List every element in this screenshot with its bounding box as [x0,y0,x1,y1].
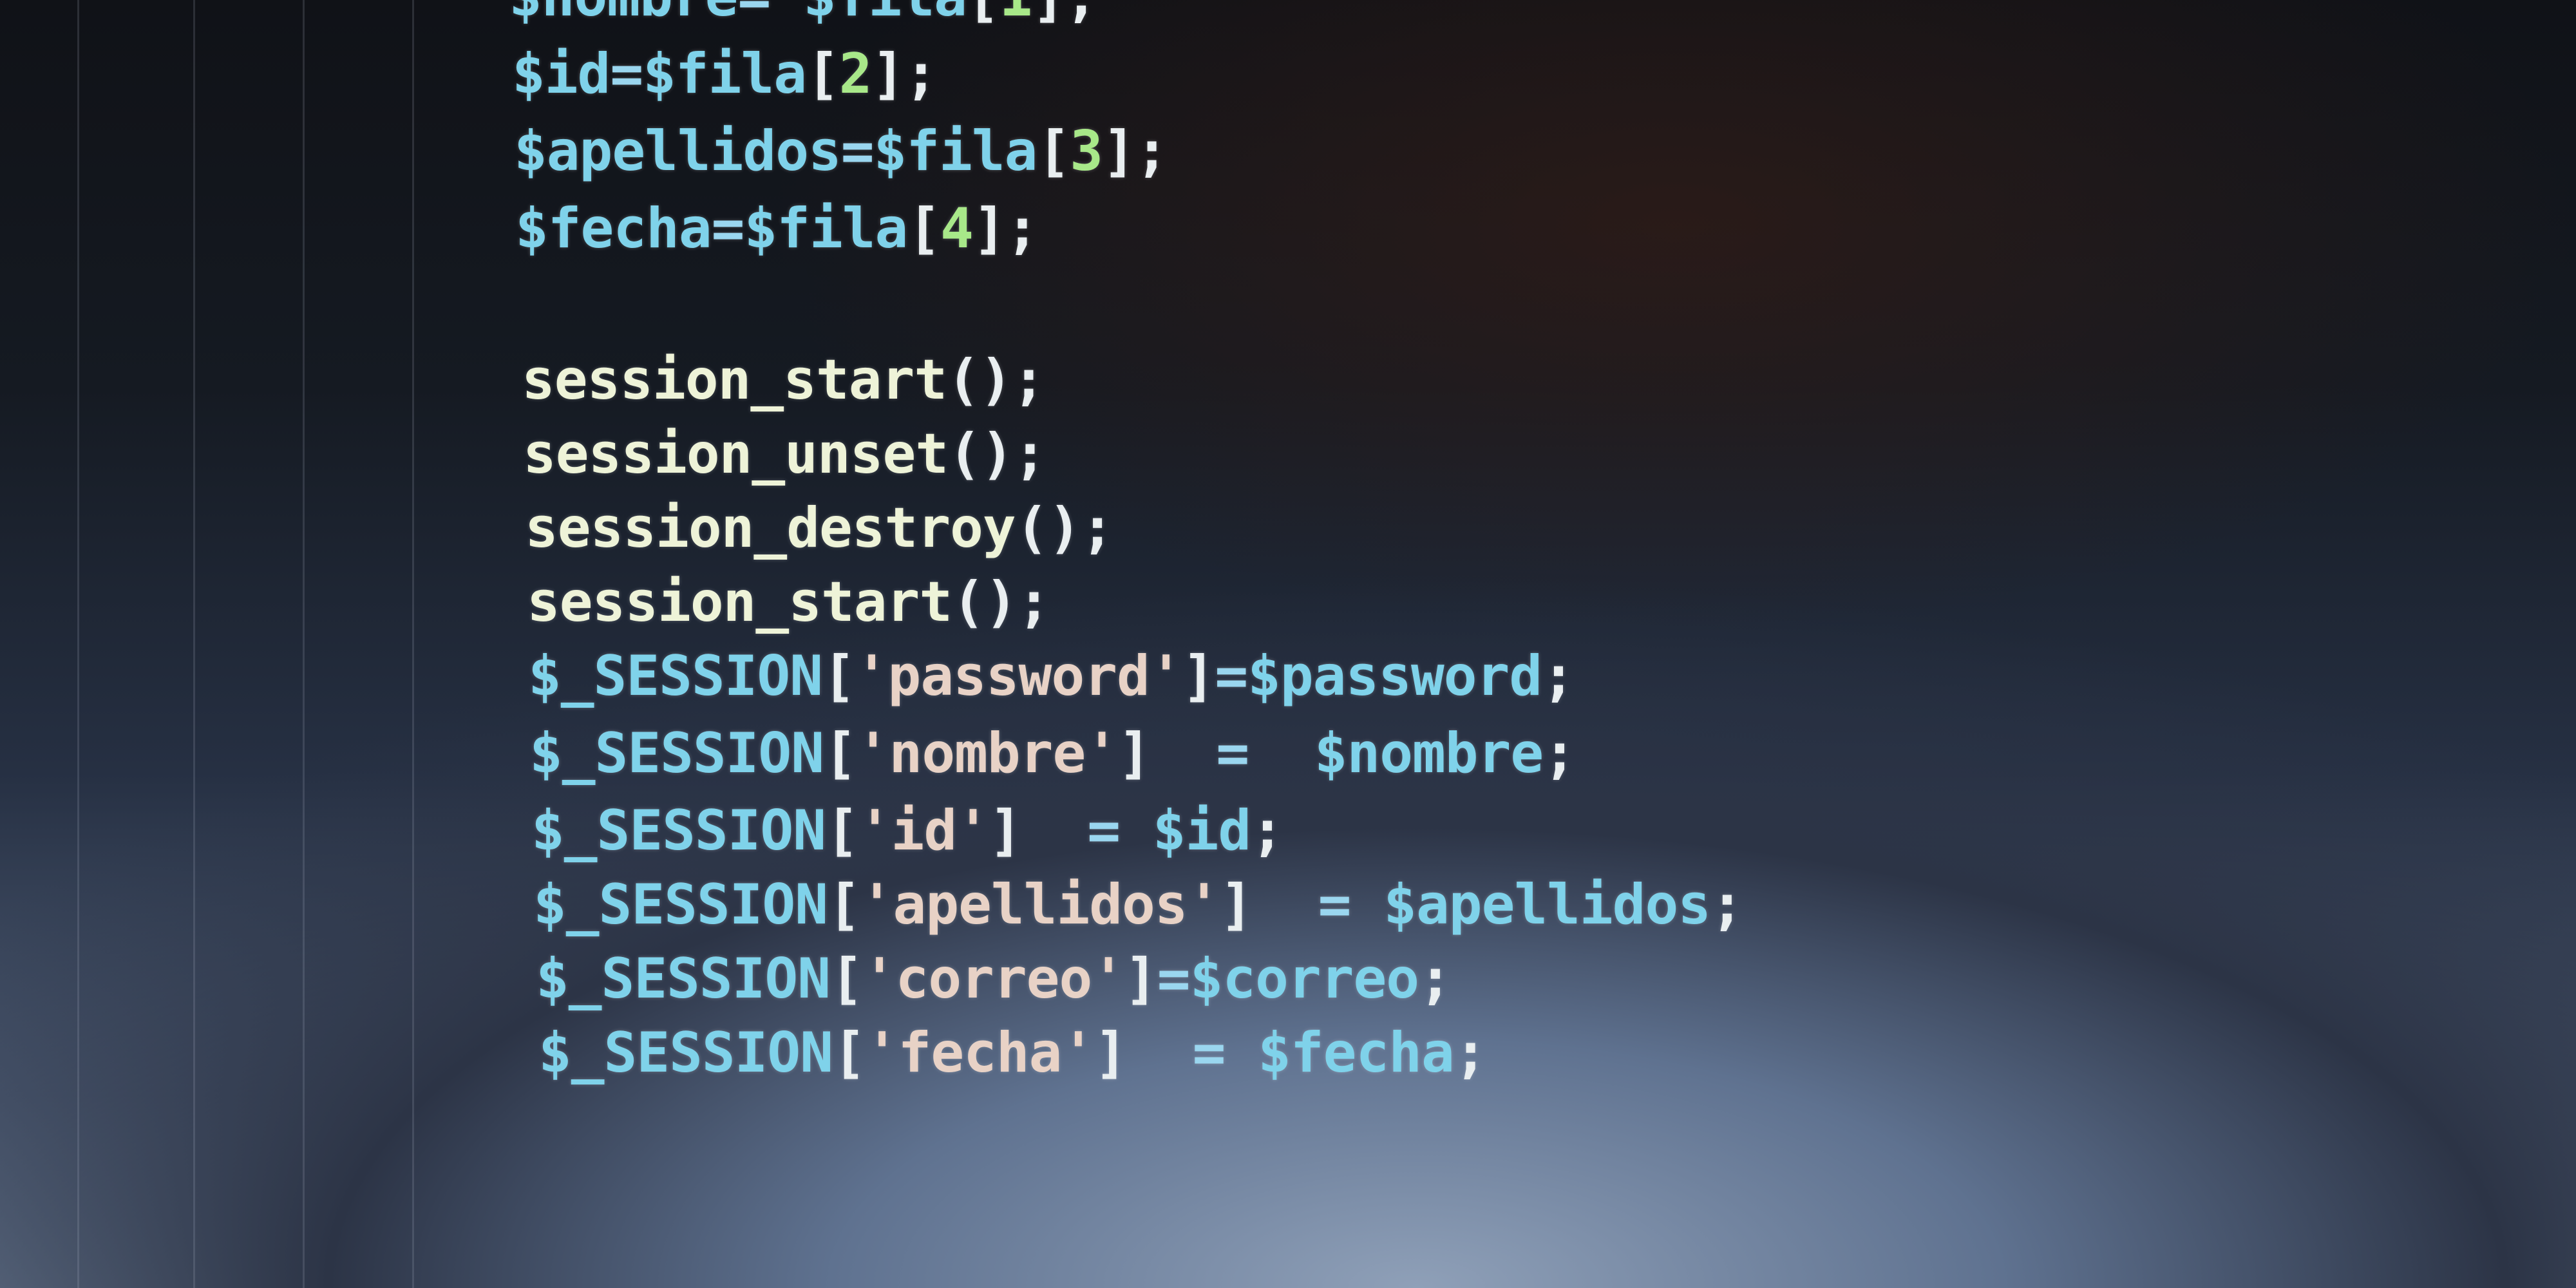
code-token: ] [1094,1021,1193,1085]
code-token: $_SESSION [533,873,828,937]
code-line[interactable]: session_unset(); [523,419,1046,489]
code-token: $_SESSION [529,721,824,786]
code-line[interactable]: $_SESSION['id'] = $id; [531,795,1284,866]
code-token: $id [1152,799,1251,863]
code-token: $fila [803,0,967,29]
code-token: 'correo' [862,947,1125,1011]
code-token: $_SESSION [528,644,823,708]
code-token: ; [1543,721,1577,786]
code-token: (); [948,422,1046,486]
code-token: (); [952,570,1050,634]
code-token: $fila [643,42,807,106]
code-token: ; [1542,644,1575,708]
code-line[interactable]: $id=$fila[2]; [512,39,938,109]
code-editor[interactable]: $nombre= $fila[1]; $id=$fila[2]; $apelli… [0,0,2576,1288]
code-line[interactable]: $_SESSION['apellidos'] = $apellidos; [533,869,1744,940]
code-token: [ [826,799,859,863]
code-line[interactable]: $_SESSION['fecha'] = $fecha; [538,1018,1488,1088]
code-token: 2 [838,42,873,106]
code-token: $correo [1189,947,1419,1011]
code-token: $fila [873,119,1038,184]
code-line[interactable]: $_SESSION['password']=$password; [528,641,1575,712]
code-token: ] [989,799,1088,863]
code-line[interactable]: session_destroy(); [525,493,1114,564]
code-token: $id [512,42,611,106]
code-token: $nombre [509,0,738,29]
code-token: ] [1220,873,1318,937]
code-token: = [840,119,875,184]
code-token: ; [1710,873,1744,937]
code-line[interactable]: $nombre= $fila[1]; [509,0,1098,32]
code-token: $apellidos [1383,873,1711,937]
code-token: $apellidos [514,119,842,184]
code-token: ] [1124,947,1158,1011]
code-token: 1 [999,0,1033,29]
code-token: ; [1454,1021,1488,1085]
code-token: $_SESSION [538,1021,833,1085]
code-token: $_SESSION [536,947,831,1011]
code-token: [ [830,947,864,1011]
code-token: $fila [744,196,908,261]
code-token: [ [833,1021,866,1085]
code-token: = [610,42,643,106]
code-token: = [1216,721,1314,786]
code-token: ]; [871,42,938,106]
code-line[interactable]: $_SESSION['correo']=$correo; [536,943,1452,1014]
code-token: session_destroy [525,496,1016,560]
code-token: = [1157,947,1191,1011]
code-token: ]; [972,196,1039,261]
code-token: $password [1247,644,1542,708]
code-token: = [1215,644,1248,708]
code-token: ] [1182,644,1216,708]
code-token: [ [828,873,861,937]
code-token: session_start [527,570,952,634]
code-token: 'fecha' [865,1021,1095,1085]
code-token: session_unset [523,422,949,486]
code-token: ] [1118,721,1217,786]
code-token: $nombre [1314,721,1544,786]
code-token: [ [967,0,1000,29]
code-token: ]; [1032,0,1098,29]
code-token: [ [806,42,840,106]
code-token: 'password' [855,644,1183,708]
code-token: = [1087,799,1153,863]
monitor-screen: $nombre= $fila[1]; $id=$fila[2]; $apelli… [0,0,2576,1288]
code-token: 'id' [858,799,990,863]
code-token: $fecha [515,196,712,261]
code-line[interactable]: $apellidos=$fila[3]; [514,116,1169,187]
code-token: ]; [1103,119,1169,184]
code-token: 3 [1070,119,1103,184]
code-token: ; [1419,947,1452,1011]
code-token: ; [1251,799,1284,863]
code-line[interactable]: session_start(); [522,345,1045,415]
code-line[interactable]: $fecha=$fila[4]; [515,193,1039,264]
code-token: [ [907,196,941,261]
code-token: (); [947,348,1045,412]
code-token: $fecha [1258,1021,1455,1085]
code-token: [ [1037,119,1070,184]
code-token: = [711,196,745,261]
code-token: = [1192,1021,1258,1085]
code-line[interactable]: $_SESSION['nombre'] = $nombre; [529,718,1577,789]
code-token: [ [822,644,856,708]
code-token: session_start [522,348,947,412]
code-token: = [1318,873,1384,937]
code-token: $_SESSION [531,799,826,863]
code-token: (); [1015,496,1114,560]
code-token: = [737,0,803,29]
code-line[interactable]: session_start(); [527,567,1050,638]
code-token: 'apellidos' [860,873,1221,937]
code-token: 4 [940,196,974,261]
code-token: [ [824,721,857,786]
code-token: 'nombre' [856,721,1119,786]
